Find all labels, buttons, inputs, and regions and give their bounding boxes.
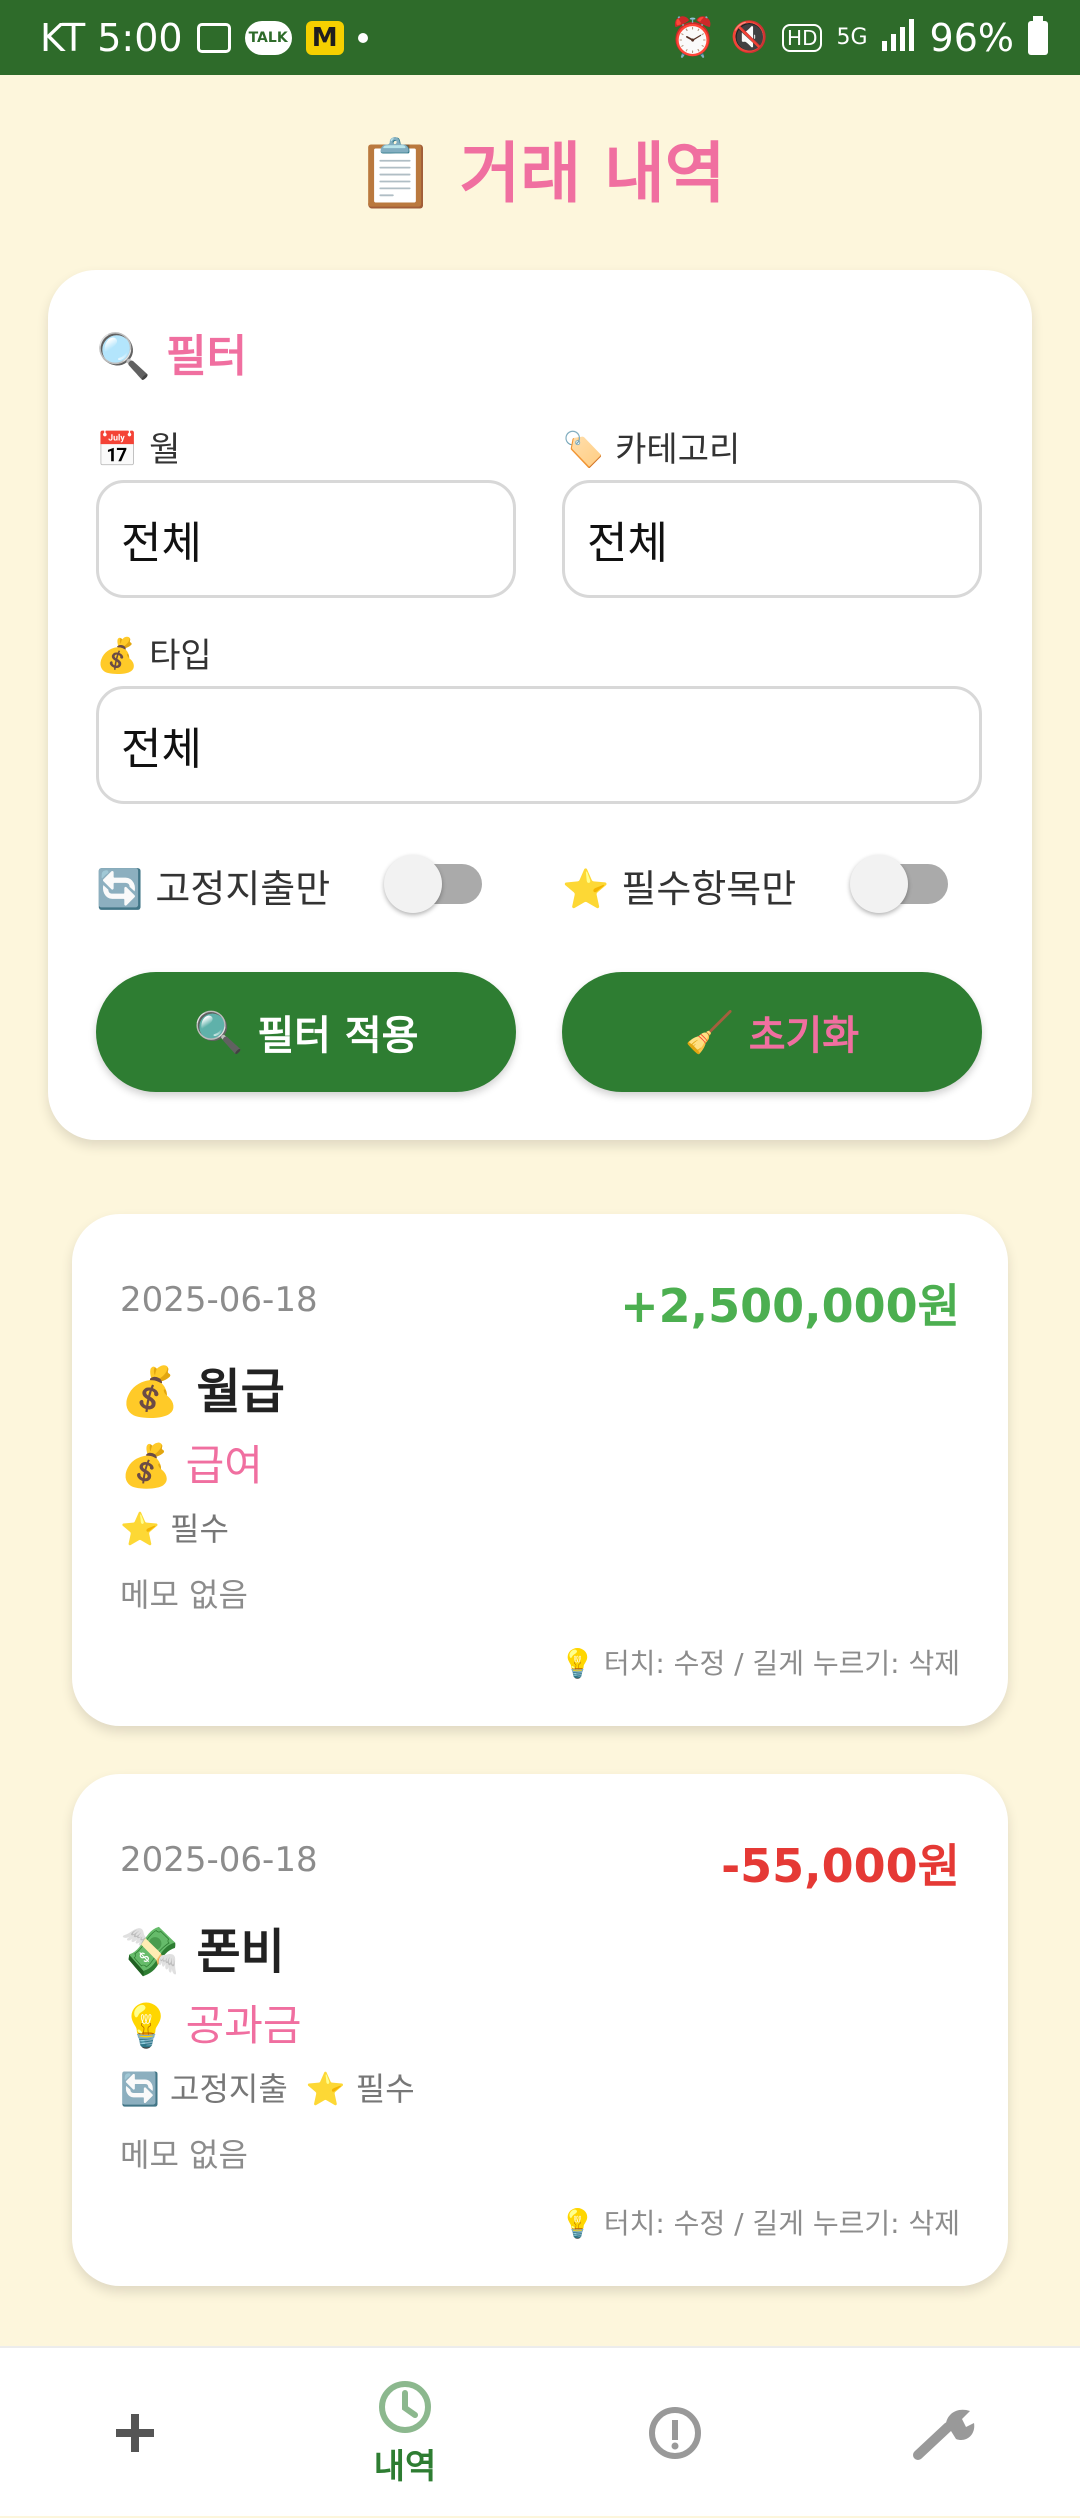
money-bag-icon: 💰 (120, 1364, 180, 1420)
essential-only-toggle[interactable] (850, 855, 948, 913)
filter-card: 🔍 필터 📅 월 전체 🏷️ 카테고리 전체 💰 타입 전체 🔄 고정지출만 ⭐… (48, 270, 1032, 1140)
transaction-title-text: 폰비 (196, 1924, 285, 1980)
transaction-hint: 💡 터치: 수정 / 길게 누르기: 삭제 (560, 1647, 960, 1680)
toggle-knob (384, 855, 442, 913)
star-icon: ⭐ (120, 1510, 160, 1548)
tag-fixed: 🔄 고정지출 (120, 2064, 288, 2110)
fixed-only-label-text: 고정지출만 (155, 867, 331, 911)
nav-info[interactable] (540, 2348, 810, 2518)
transaction-memo: 메모 없음 (120, 1576, 248, 1614)
nav-add[interactable] (0, 2348, 270, 2518)
transaction-tags: ⭐ 필수 (120, 1504, 229, 1550)
transaction-amount: -55,000원 (721, 1839, 960, 1893)
month-select-value: 전체 (121, 518, 202, 569)
tag-fixed-text: 고정지출 (170, 2070, 288, 2108)
tag-essential: ⭐ 필수 (120, 1504, 229, 1550)
essential-only-label: ⭐ 필수항목만 (562, 858, 796, 913)
plus-icon (116, 2414, 154, 2452)
mute-icon: 🔇 (730, 20, 769, 55)
apply-filter-button[interactable]: 🔍 필터 적용 (96, 972, 516, 1092)
star-icon: ⭐ (562, 867, 610, 911)
broom-icon: 🧹 (684, 1009, 735, 1056)
clipboard-icon: 📋 (354, 135, 437, 212)
transaction-date: 2025-06-18 (120, 1840, 318, 1880)
repeat-icon: 🔄 (120, 2070, 160, 2108)
wrench-icon (913, 2409, 975, 2460)
transaction-category: 💡 공과금 (120, 1992, 302, 2053)
money-bag-icon: 💰 (96, 636, 139, 676)
bottom-nav: 내역 (0, 2346, 1080, 2516)
battery-percent: 96% (929, 15, 1014, 60)
repeat-icon: 🔄 (96, 867, 144, 911)
kakaotalk-icon: TALK (244, 20, 292, 55)
transaction-title: 💸 폰비 (120, 1912, 285, 1982)
alarm-icon: ⏰ (669, 15, 717, 59)
essential-only-label-text: 필수항목만 (621, 867, 797, 911)
transaction-tags: 🔄 고정지출 ⭐ 필수 (120, 2064, 415, 2110)
nav-history-label: 내역 (373, 2446, 437, 2487)
category-label-text: 카테고리 (615, 430, 741, 470)
type-select[interactable]: 전체 (96, 686, 982, 804)
notification-dot-icon (357, 32, 368, 43)
star-icon: ⭐ (305, 2070, 346, 2108)
transaction-hint: 💡 터치: 수정 / 길게 누르기: 삭제 (560, 2207, 960, 2240)
m-app-icon: M (305, 20, 344, 55)
money-with-wings-icon: 💸 (120, 1924, 180, 1980)
transaction-category-text: 공과금 (185, 2001, 302, 2050)
category-select[interactable]: 전체 (562, 480, 982, 598)
transaction-title: 💰 월급 (120, 1352, 285, 1422)
info-icon (649, 2407, 701, 2459)
magnifier-icon: 🔍 (96, 331, 151, 382)
type-label-text: 타입 (149, 636, 212, 676)
hd-icon: HD (782, 23, 823, 52)
nav-settings[interactable] (810, 2348, 1080, 2518)
filter-heading-text: 필터 (166, 331, 248, 382)
transaction-card[interactable]: 2025-06-18 -55,000원 💸 폰비 💡 공과금 🔄 고정지출 ⭐ … (72, 1774, 1008, 2286)
carrier-time: KT 5:00 (40, 15, 183, 60)
transaction-title-text: 월급 (196, 1364, 285, 1420)
nav-history[interactable]: 내역 (270, 2348, 540, 2518)
status-right: ⏰ 🔇 HD 5G 96% (669, 15, 1048, 60)
type-select-value: 전체 (121, 724, 202, 775)
tag-essential-text: 필수 (355, 2070, 415, 2108)
transaction-category-text: 급여 (185, 1441, 263, 1490)
transaction-memo: 메모 없음 (120, 2136, 248, 2174)
transaction-category: 💰 급여 (120, 1432, 263, 1493)
signal-icon (881, 16, 916, 60)
reset-button[interactable]: 🧹 초기화 (562, 972, 982, 1092)
category-label: 🏷️ 카테고리 (562, 422, 740, 471)
type-label: 💰 타입 (96, 628, 212, 677)
calendar-icon: 📅 (96, 430, 139, 470)
filter-heading: 🔍 필터 (96, 320, 247, 384)
toggle-knob (850, 855, 908, 913)
clock-icon (379, 2380, 431, 2433)
fixed-only-label: 🔄 고정지출만 (96, 858, 330, 913)
month-label-text: 월 (149, 430, 181, 470)
tag-icon: 🏷️ (562, 430, 605, 470)
lightbulb-icon: 💡 (120, 2001, 173, 2050)
status-left: KT 5:00 TALK M (40, 16, 368, 60)
fixed-only-toggle[interactable] (384, 855, 482, 913)
transaction-card[interactable]: 2025-06-18 +2,500,000원 💰 월급 💰 급여 ⭐ 필수 메모… (72, 1214, 1008, 1726)
page-title-text: 거래 내역 (459, 135, 726, 212)
tag-essential: ⭐ 필수 (306, 2064, 415, 2110)
reset-label: 초기화 (748, 1013, 860, 1059)
battery-icon (1028, 15, 1048, 55)
money-bag-icon: 💰 (120, 1441, 173, 1490)
transaction-amount: +2,500,000원 (620, 1279, 960, 1333)
magnifier-icon: 🔍 (193, 1009, 244, 1056)
transaction-date: 2025-06-18 (120, 1280, 318, 1320)
apply-filter-label: 필터 적용 (257, 1013, 419, 1059)
month-select[interactable]: 전체 (96, 480, 516, 598)
category-select-value: 전체 (587, 518, 668, 569)
page-title: 📋 거래 내역 (0, 120, 1080, 216)
status-bar: KT 5:00 TALK M ⏰ 🔇 HD 5G 96% (0, 0, 1080, 75)
tag-essential-text: 필수 (170, 1510, 229, 1548)
gallery-icon (196, 22, 231, 53)
network-5g-icon: 5G (836, 25, 868, 50)
month-label: 📅 월 (96, 422, 180, 471)
